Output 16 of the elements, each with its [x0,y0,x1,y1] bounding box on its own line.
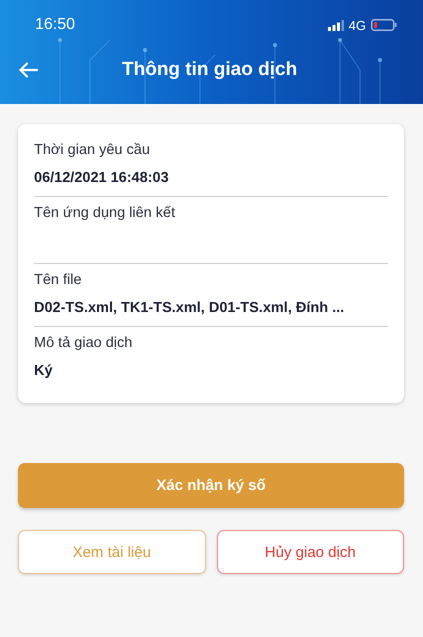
outline-button[interactable]: Hủy giao dịch [216,530,404,574]
field-value: D02-TS.xml, TK1-TS.xml, D01-TS.xml, Đính ... [34,300,346,316]
confirm-button[interactable]: Xác nhận ký số [18,463,404,508]
back-arrow-icon[interactable] [18,62,38,78]
outline-button[interactable]: Xem tài liệu [18,530,206,574]
field-label: Thời gian yêu cầu [34,142,151,158]
field-value: 06/12/2021 16:48:03 [34,170,170,186]
network-label: 4G [348,18,366,32]
battery-icon [371,19,397,31]
status-time: 16:50 [35,16,76,34]
screen-title: Thông tin giao dịch [122,59,298,81]
field-label: Tên ứng dụng liên kết [34,205,176,221]
field-value: Ký [34,363,54,379]
signal-icon [328,20,344,30]
field-label: Tên file [34,272,83,288]
field-label: Mô tả giao dịch [34,335,134,351]
